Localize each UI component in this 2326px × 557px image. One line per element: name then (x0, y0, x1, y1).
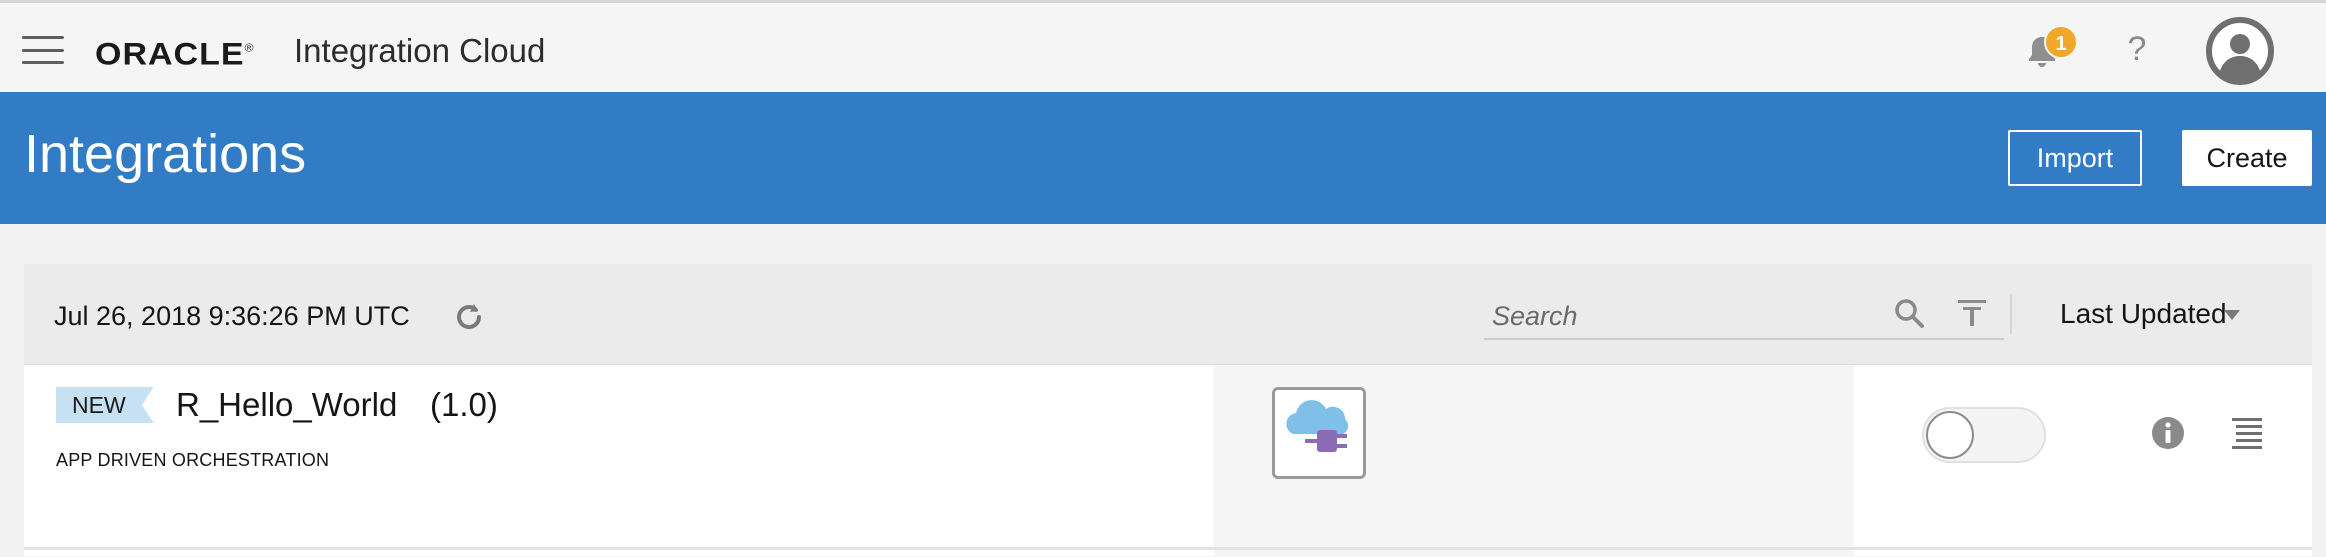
search-input[interactable] (1492, 300, 1872, 332)
toggle-knob (1926, 411, 1974, 459)
page-title: Integrations (24, 124, 307, 184)
status-badge: NEW (56, 387, 154, 423)
toolbar-divider (2010, 294, 2012, 334)
product-name: Integration Cloud (294, 32, 546, 69)
oracle-logo: ORACLE® (95, 36, 255, 72)
search-box (1484, 290, 2004, 340)
help-icon[interactable]: ? (2120, 29, 2154, 69)
integration-row[interactable]: NEW R_Hello_World (1.0) APP DRIVEN ORCHE… (24, 364, 2312, 557)
integration-version: (1.0) (430, 386, 498, 423)
cloud-plug-icon (1286, 400, 1349, 452)
integration-name[interactable]: R_Hello_World (176, 385, 397, 425)
hamburger-icon[interactable] (22, 36, 64, 64)
connector-tile[interactable] (1272, 387, 1366, 479)
sort-select[interactable]: Last Updated (2060, 296, 2227, 332)
import-button[interactable]: Import (2008, 130, 2142, 186)
integrations-panel: Jul 26, 2018 9:36:26 PM UTC Last Updated… (24, 264, 2312, 557)
row-menu-icon[interactable] (2230, 415, 2264, 449)
refresh-icon[interactable] (452, 300, 486, 334)
info-icon[interactable] (2150, 415, 2186, 451)
last-refresh-timestamp: Jul 26, 2018 9:36:26 PM UTC (54, 301, 410, 331)
create-button[interactable]: Create (2182, 130, 2312, 186)
page-header: Integrations Import Create (0, 92, 2326, 224)
notification-count-badge: 1 (2044, 25, 2078, 59)
filter-icon[interactable] (1956, 296, 1988, 330)
chevron-down-icon[interactable] (2222, 308, 2242, 322)
activate-toggle[interactable] (1922, 407, 2046, 463)
row-divider (24, 547, 2312, 550)
integration-pattern: APP DRIVEN ORCHESTRATION (56, 450, 330, 470)
top-brand-bar: ORACLE® Integration Cloud 1 ? (0, 0, 2326, 92)
search-icon[interactable] (1892, 296, 1926, 330)
list-toolbar: Jul 26, 2018 9:36:26 PM UTC Last Updated (24, 264, 2312, 364)
user-avatar-icon[interactable] (2206, 17, 2274, 85)
